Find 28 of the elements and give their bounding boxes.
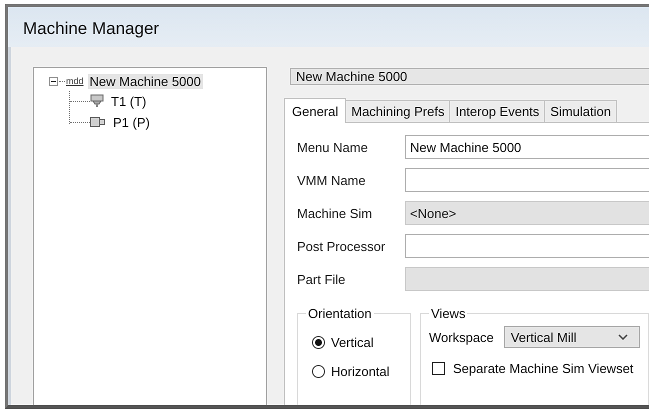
- name-field[interactable]: New Machine 5000: [290, 68, 649, 85]
- input-field[interactable]: New Machine 5000: [405, 135, 649, 159]
- checkbox[interactable]: Separate Machine Sim Viewset: [432, 361, 648, 376]
- input-field[interactable]: [405, 168, 649, 192]
- field-label: VMM Name: [297, 172, 367, 188]
- group-title: Views: [429, 306, 468, 321]
- tab[interactable]: Machining Prefs: [345, 100, 450, 122]
- workspace-dropdown[interactable]: Vertical Mill: [504, 326, 640, 348]
- window-title: Machine Manager: [23, 19, 160, 39]
- radio-button[interactable]: Horizontal: [312, 357, 410, 386]
- tab[interactable]: Simulation: [544, 100, 617, 122]
- tree-item[interactable]: New Machine 5000: [88, 74, 203, 88]
- chevron-down-icon: [618, 334, 628, 340]
- tab[interactable]: Interop Events: [449, 100, 546, 122]
- field-label: Workspace: [429, 330, 494, 344]
- node-type-label: mdd: [66, 76, 84, 86]
- group-title: Orientation: [306, 306, 374, 321]
- block-icon: [90, 116, 106, 128]
- field-label: Post Processor: [297, 238, 386, 254]
- collapse-icon[interactable]: [49, 76, 58, 86]
- input-field[interactable]: [405, 234, 649, 258]
- radio-button[interactable]: Vertical: [312, 328, 410, 357]
- tab[interactable]: General: [284, 98, 346, 123]
- tree-item[interactable]: P1 (P): [111, 114, 152, 130]
- tree-item[interactable]: T1 (T): [109, 94, 148, 108]
- field-label: Machine Sim: [297, 206, 374, 220]
- field-label: Part File: [297, 272, 346, 286]
- field-label: Menu Name: [297, 140, 369, 154]
